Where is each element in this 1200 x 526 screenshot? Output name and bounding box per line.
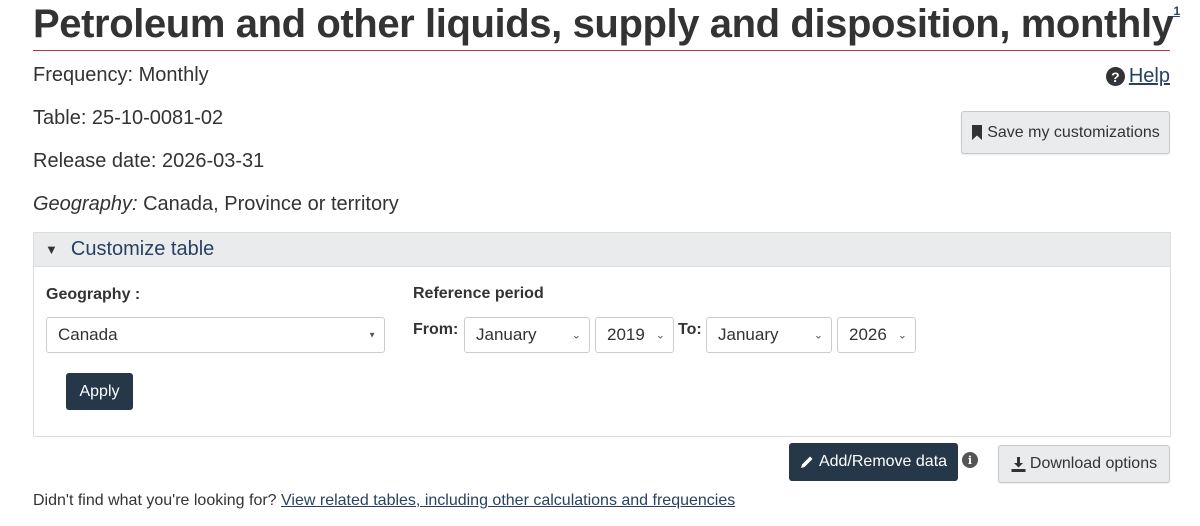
related-tables-text: Didn't find what you're looking for? Vie…: [33, 492, 735, 510]
to-year-value: 2026: [849, 325, 887, 344]
add-remove-data-button[interactable]: Add/Remove data: [789, 443, 958, 481]
to-month-value: January: [718, 325, 779, 344]
geography-select[interactable]: Canada ▼: [46, 317, 385, 353]
chevron-down-icon: ⌄: [571, 329, 581, 342]
related-tables-link[interactable]: View related tables, including other cal…: [281, 492, 735, 509]
question-circle-icon: ?: [1105, 67, 1125, 86]
from-year-select[interactable]: 2019 ⌄: [595, 317, 674, 353]
to-year-select[interactable]: 2026 ⌄: [837, 317, 916, 353]
info-icon[interactable]: i: [962, 452, 978, 468]
customize-table-toggle[interactable]: ▼ Customize table: [34, 233, 1170, 267]
download-options-button[interactable]: Download options: [998, 445, 1170, 483]
caret-down-icon: ▼: [45, 242, 58, 257]
page-title-text: Petroleum and other liquids, supply and …: [33, 2, 1174, 46]
select-arrow-icon: ▼: [368, 330, 376, 340]
chevron-down-icon: ⌄: [897, 329, 907, 342]
save-customizations-label: Save my customizations: [987, 123, 1160, 141]
customize-table-label: Customize table: [70, 238, 215, 260]
title-divider: [33, 50, 1170, 51]
geography-field-label: Geography :: [46, 286, 141, 303]
from-month-value: January: [476, 325, 537, 344]
from-year-value: 2019: [607, 325, 645, 344]
footnote-marker: 1: [1174, 4, 1181, 18]
to-month-select[interactable]: January ⌄: [706, 317, 832, 353]
frequency-text: Frequency: Monthly: [33, 64, 209, 86]
to-label: To:: [678, 321, 702, 338]
footnote-link[interactable]: 1: [1174, 4, 1181, 18]
pencil-icon: [800, 456, 813, 468]
help-label: Help: [1128, 65, 1170, 87]
page-title: Petroleum and other liquids, supply and …: [33, 2, 1180, 47]
geography-meta-label: Geography:: [33, 193, 138, 215]
table-id-text: Table: 25-10-0081-02: [33, 107, 224, 129]
save-customizations-button[interactable]: Save my customizations: [961, 111, 1170, 154]
geography-select-value: Canada: [58, 325, 118, 344]
from-month-select[interactable]: January ⌄: [464, 317, 590, 353]
from-label: From:: [413, 321, 459, 338]
related-prompt: Didn't find what you're looking for?: [33, 492, 277, 509]
help-link[interactable]: ? Help: [1105, 65, 1170, 88]
release-date-text: Release date: 2026-03-31: [33, 150, 265, 172]
geography-meta-value: Canada, Province or territory: [137, 193, 399, 215]
add-remove-data-label: Add/Remove data: [818, 453, 948, 470]
chevron-down-icon: ⌄: [813, 329, 823, 342]
chevron-down-icon: ⌄: [655, 329, 665, 342]
geography-meta: Geography: Canada, Province or territory: [33, 193, 399, 216]
download-options-label: Download options: [1029, 455, 1158, 472]
bookmark-icon: [972, 125, 983, 140]
reference-period-label: Reference period: [413, 285, 544, 302]
download-icon: [1011, 456, 1026, 472]
apply-button[interactable]: Apply: [66, 373, 133, 410]
